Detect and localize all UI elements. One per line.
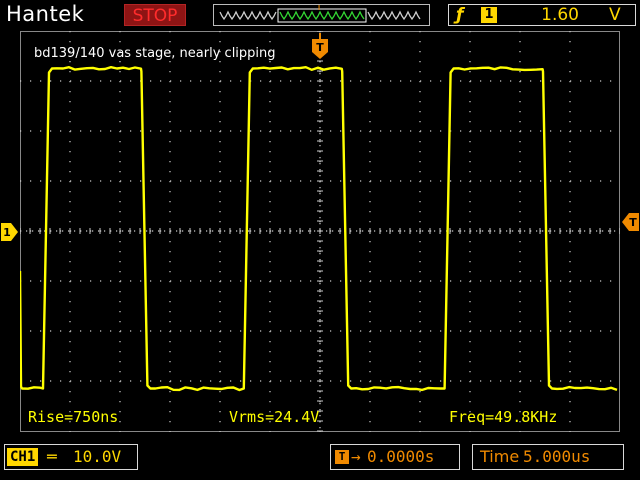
svg-text:T: T bbox=[315, 5, 323, 13]
channel-1-ground-marker[interactable]: 1 bbox=[0, 221, 20, 243]
channel-1-tag: CH1 bbox=[7, 448, 39, 466]
dc-coupling-icon: ═ bbox=[47, 447, 57, 466]
measurement-rise: Rise=750ns bbox=[28, 408, 118, 426]
waveform-display[interactable]: bd139/140 vas stage, nearly clipping Ris… bbox=[20, 31, 620, 432]
trigger-level-value: 1.60 bbox=[541, 5, 579, 25]
channel-1-settings[interactable]: CH1 ═ 10.0V bbox=[4, 444, 138, 470]
trigger-offset-settings[interactable]: T → 0.0000s bbox=[330, 444, 460, 470]
trigger-slope-icon: ƒ bbox=[456, 5, 464, 25]
volts-per-div-value: 10.0V bbox=[73, 447, 122, 466]
time-label: Time bbox=[480, 447, 520, 466]
trigger-marker-label: T bbox=[316, 41, 324, 54]
top-status-bar: Hantek STOP T ƒ 1 1.60 V bbox=[0, 0, 640, 30]
timebase-settings[interactable]: Time 5.000us bbox=[472, 444, 624, 470]
bottom-status-bar: CH1 ═ 10.0V T → 0.0000s Time 5.000us bbox=[0, 440, 640, 480]
trigger-source-badge: 1 bbox=[481, 7, 497, 23]
time-per-div-value: 5.000us bbox=[523, 447, 591, 466]
measurement-frequency: Freq=49.8KHz bbox=[449, 408, 557, 426]
brand-logo: Hantek bbox=[6, 2, 85, 26]
measurement-readouts: Rise=750ns Vrms=24.4V Freq=49.8KHz bbox=[28, 408, 557, 426]
trigger-level-unit: V bbox=[609, 5, 621, 25]
memory-depth-icon: T bbox=[219, 2, 421, 23]
trigger-offset-value: 0.0000s bbox=[367, 447, 435, 466]
trigger-settings-panel[interactable]: ƒ 1 1.60 V bbox=[448, 4, 636, 26]
trigger-offset-icon: T bbox=[335, 450, 349, 464]
trigger-level-marker[interactable]: T bbox=[620, 211, 640, 233]
trigger-level-marker-label: T bbox=[629, 216, 637, 229]
screen-annotation: bd139/140 vas stage, nearly clipping bbox=[34, 46, 276, 61]
channel-marker-label: 1 bbox=[3, 226, 11, 239]
run-stop-status[interactable]: STOP bbox=[124, 4, 186, 26]
timebase-position-indicator[interactable]: T bbox=[213, 2, 430, 26]
arrow-right-icon: → bbox=[351, 447, 361, 466]
measurement-vrms: Vrms=24.4V bbox=[229, 408, 319, 426]
